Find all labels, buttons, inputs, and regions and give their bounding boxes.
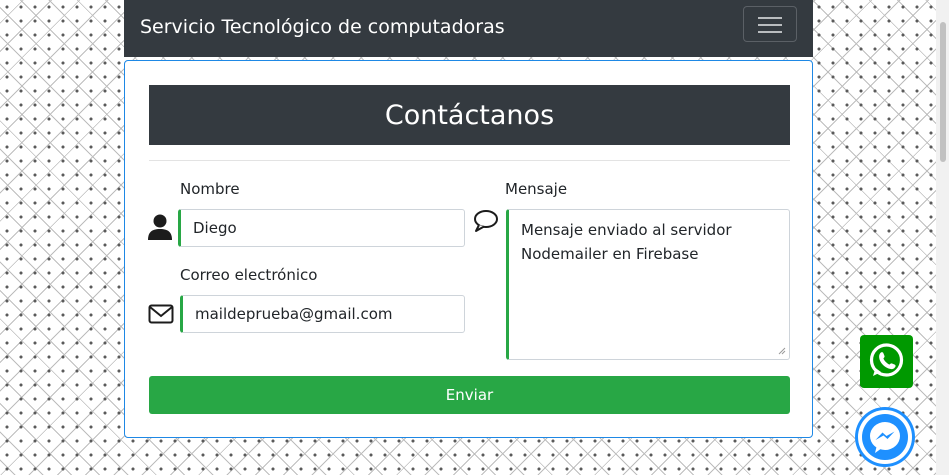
speech-bubble-icon bbox=[474, 210, 498, 232]
name-label: Nombre bbox=[180, 180, 240, 198]
navbar-brand[interactable]: Servicio Tecnológico de computadoras bbox=[140, 16, 505, 38]
contact-card: Contáctanos Nombre Correo electrónico Me… bbox=[124, 60, 813, 438]
page-scrollbar[interactable] bbox=[936, 0, 949, 475]
divider bbox=[149, 160, 790, 161]
message-textarea[interactable]: Mensaje enviado al servidor Nodemailer e… bbox=[506, 209, 790, 360]
submit-button[interactable]: Enviar bbox=[149, 376, 790, 414]
resize-grip-icon[interactable] bbox=[778, 347, 786, 355]
message-label: Mensaje bbox=[505, 180, 568, 198]
email-label: Correo electrónico bbox=[180, 266, 318, 284]
envelope-icon bbox=[148, 304, 174, 324]
scrollbar-thumb[interactable] bbox=[940, 22, 946, 162]
name-input[interactable] bbox=[178, 209, 465, 247]
navbar: Servicio Tecnológico de computadoras bbox=[124, 0, 813, 57]
whatsapp-icon bbox=[869, 343, 904, 377]
email-input[interactable] bbox=[180, 295, 465, 333]
contact-title: Contáctanos bbox=[149, 85, 790, 145]
user-icon bbox=[148, 214, 172, 240]
messenger-button[interactable] bbox=[855, 407, 915, 467]
whatsapp-button[interactable] bbox=[860, 335, 913, 388]
messenger-icon bbox=[858, 410, 912, 464]
navbar-toggler-button[interactable] bbox=[743, 6, 797, 42]
